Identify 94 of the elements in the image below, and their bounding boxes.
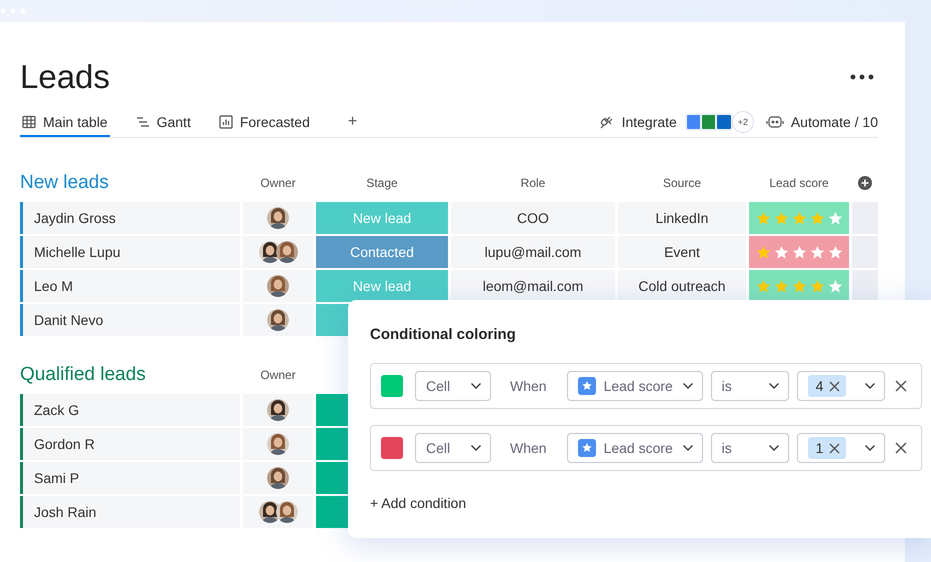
column-header: Stage bbox=[366, 176, 398, 190]
board-title: Leads bbox=[20, 58, 110, 96]
column-header: Role bbox=[520, 176, 546, 190]
close-icon[interactable] bbox=[895, 442, 907, 454]
column-header: Lead score bbox=[769, 176, 829, 190]
avatar bbox=[267, 433, 289, 455]
star-icon bbox=[774, 210, 788, 226]
group-title: Qualified leads bbox=[20, 364, 147, 386]
lead-name-cell: Josh Rain bbox=[20, 496, 240, 528]
caret-icon bbox=[768, 444, 780, 452]
when-label: When bbox=[510, 440, 547, 456]
caret-icon bbox=[470, 444, 482, 452]
more-icon bbox=[850, 74, 874, 80]
star-icon bbox=[792, 210, 806, 226]
star-icon bbox=[828, 278, 842, 294]
lead-name-cell: Michelle Lupu bbox=[20, 236, 240, 268]
when-label: When bbox=[510, 378, 547, 394]
value-field[interactable]: 4 bbox=[796, 371, 885, 401]
stage-label: New lead bbox=[316, 270, 448, 302]
color-swatch[interactable] bbox=[381, 375, 403, 397]
role-cell: lupu@mail.com bbox=[451, 236, 615, 268]
remove-icon[interactable] bbox=[829, 442, 840, 454]
avatar bbox=[267, 275, 289, 297]
lead-name-cell: Danit Nevo bbox=[20, 304, 240, 336]
lead-name-cell: Sami P bbox=[20, 462, 240, 494]
role-cell: leom@mail.com bbox=[451, 270, 615, 302]
star-icon bbox=[792, 278, 806, 294]
caret-icon bbox=[768, 382, 780, 390]
source-cell: LinkedIn bbox=[618, 202, 746, 234]
target-dropdown[interactable]: Cell bbox=[415, 371, 491, 401]
view-tab[interactable]: Forecasted bbox=[216, 107, 312, 137]
caret-icon bbox=[682, 444, 694, 452]
avatar bbox=[267, 399, 289, 421]
star-icon bbox=[756, 278, 770, 294]
source-cell: Event bbox=[618, 236, 746, 268]
group-title: New leads bbox=[20, 172, 110, 194]
add-condition-link[interactable]: + Add condition bbox=[370, 495, 466, 511]
column-header: Source bbox=[662, 176, 702, 190]
lead-name-cell: Leo M bbox=[20, 270, 240, 302]
chart-icon bbox=[218, 115, 233, 129]
stage-label: New lead bbox=[316, 202, 448, 234]
column-dropdown[interactable]: Lead score bbox=[566, 371, 703, 401]
star-icon bbox=[774, 278, 788, 294]
value-text: 4 bbox=[816, 378, 824, 394]
robot-icon bbox=[766, 115, 784, 129]
caret-icon bbox=[682, 382, 694, 390]
view-tab[interactable]: Gantt bbox=[134, 107, 193, 137]
plug-icon bbox=[598, 114, 615, 130]
operator-dropdown[interactable]: is bbox=[710, 371, 789, 401]
table-icon bbox=[22, 115, 36, 129]
star-icon bbox=[810, 278, 824, 294]
star-icon bbox=[828, 210, 842, 226]
star-icon bbox=[756, 210, 770, 226]
avatar bbox=[267, 467, 289, 489]
star-icon bbox=[756, 244, 770, 260]
automate-button[interactable]: Automate / 10 bbox=[766, 114, 878, 130]
source-cell: Cold outreach bbox=[618, 270, 746, 302]
star-icon bbox=[810, 244, 824, 260]
avatar bbox=[276, 241, 298, 263]
lead-name-cell: Zack G bbox=[20, 394, 240, 426]
caret-icon[interactable] bbox=[864, 382, 876, 390]
avatar bbox=[267, 207, 289, 229]
caret-icon[interactable] bbox=[864, 444, 876, 452]
value-chip[interactable]: 1 bbox=[808, 437, 846, 459]
integrate-button[interactable]: Integrate bbox=[598, 114, 677, 130]
remove-icon[interactable] bbox=[829, 380, 840, 392]
column-header: Owner bbox=[260, 368, 296, 382]
star-icon bbox=[792, 244, 806, 260]
column-header: Owner bbox=[260, 176, 296, 190]
avatar bbox=[276, 501, 298, 523]
color-swatch[interactable] bbox=[381, 437, 403, 459]
role-cell: COO bbox=[451, 202, 615, 234]
operator-dropdown[interactable]: is bbox=[710, 433, 789, 463]
more-apps-count: +2 bbox=[732, 111, 754, 133]
star-icon bbox=[828, 244, 842, 260]
lead-name-cell: Gordon R bbox=[20, 428, 240, 460]
panel-title: Conditional coloring bbox=[370, 326, 517, 343]
value-field[interactable]: 1 bbox=[796, 433, 885, 463]
lead-name-cell: Jaydin Gross bbox=[20, 202, 240, 234]
add-column-icon[interactable] bbox=[858, 176, 872, 190]
target-dropdown[interactable]: Cell bbox=[415, 433, 491, 463]
empty-cell bbox=[852, 270, 878, 302]
avatar bbox=[267, 309, 289, 331]
star-icon bbox=[810, 210, 824, 226]
stage-label: Contacted bbox=[316, 236, 448, 268]
close-icon[interactable] bbox=[895, 380, 907, 392]
star-icon bbox=[774, 244, 788, 260]
caret-icon bbox=[470, 382, 482, 390]
value-text: 1 bbox=[816, 440, 824, 456]
column-dropdown[interactable]: Lead score bbox=[566, 433, 703, 463]
value-chip[interactable]: 4 bbox=[808, 375, 846, 397]
gantt-icon bbox=[136, 115, 150, 129]
add-view-button[interactable]: + bbox=[344, 113, 362, 131]
view-tab[interactable]: Main table bbox=[20, 107, 110, 137]
